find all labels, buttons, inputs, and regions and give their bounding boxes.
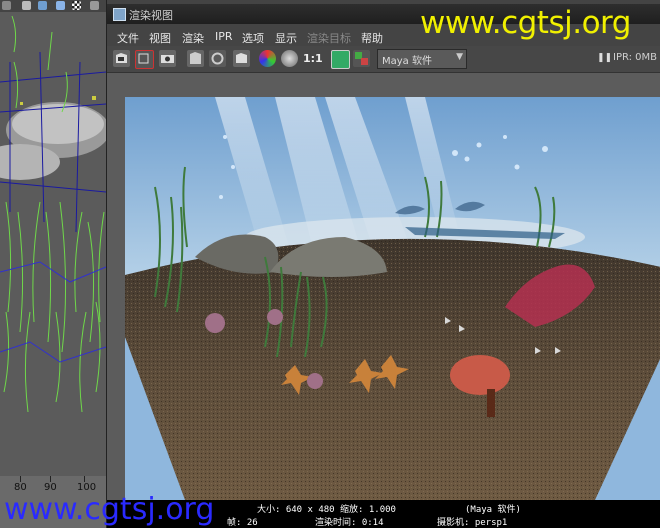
viewport-scene: [0, 12, 106, 476]
snapshot-icon[interactable]: [159, 50, 176, 67]
renderer-selected: Maya 软件: [382, 56, 432, 67]
underwater-scene: [125, 97, 660, 500]
status-renderer: (Maya 软件): [465, 505, 521, 515]
rendered-image: [125, 97, 660, 500]
grid-icon[interactable]: [2, 1, 11, 10]
render-toolbar: 1:1 Maya 软件 ▼ ❚❚ IPR: 0MB: [107, 46, 660, 73]
status-camera: 摄影机: persp1: [437, 518, 508, 528]
pause-icon[interactable]: ❚❚: [597, 53, 612, 63]
frame-image-icon[interactable]: [331, 50, 350, 69]
menu-render[interactable]: 渲染: [182, 30, 204, 46]
real-size-button[interactable]: 1:1: [303, 50, 325, 67]
alpha-channel-icon[interactable]: [281, 50, 298, 67]
frame-region-icon[interactable]: [353, 50, 370, 67]
menu-ipr[interactable]: IPR: [215, 30, 233, 43]
redo-render-icon[interactable]: [113, 50, 130, 67]
render-view-icon: [113, 8, 126, 21]
status-size: 大小: 640 x 480 缩放: 1.000: [257, 505, 396, 515]
menu-help[interactable]: 帮助: [361, 30, 383, 46]
renderer-dropdown[interactable]: Maya 软件 ▼: [377, 49, 467, 69]
menu-options[interactable]: 选项: [242, 30, 264, 46]
watermark-bottom: www.cgtsj.org: [4, 492, 215, 527]
wireframe-cube-icon[interactable]: [22, 1, 31, 10]
light-icon[interactable]: [90, 1, 99, 10]
menu-view[interactable]: 视图: [149, 30, 171, 46]
refresh-icon[interactable]: [209, 50, 226, 67]
shaded-cube-icon[interactable]: [38, 1, 47, 10]
menu-display[interactable]: 显示: [275, 30, 297, 46]
textured-cube-icon[interactable]: [56, 1, 65, 10]
ipr-render-icon[interactable]: [187, 50, 204, 67]
watermark-top: www.cgtsj.org: [420, 5, 631, 41]
redo-region-icon[interactable]: [135, 50, 154, 69]
menu-file[interactable]: 文件: [117, 30, 139, 46]
chevron-down-icon: ▼: [456, 52, 463, 62]
keep-image-icon[interactable]: [233, 50, 250, 67]
render-area[interactable]: [107, 73, 660, 500]
rgb-channels-icon[interactable]: [259, 50, 276, 67]
menu-render-target: 渲染目标: [307, 32, 351, 45]
window-title: 渲染视图: [129, 9, 173, 22]
scene-viewport[interactable]: 80 90 100: [0, 0, 106, 528]
ipr-memory-readout: IPR: 0MB: [613, 52, 658, 63]
checker-icon[interactable]: [72, 1, 81, 10]
viewport-toolbar: [0, 0, 106, 12]
status-frame: 帧: 26: [227, 518, 258, 528]
render-view-window: 渲染视图 文件 视图 渲染 IPR 选项 显示 渲染目标 帮助 1:1 Maya…: [106, 0, 660, 528]
status-render-time: 渲染时间: 0:14: [315, 518, 384, 528]
